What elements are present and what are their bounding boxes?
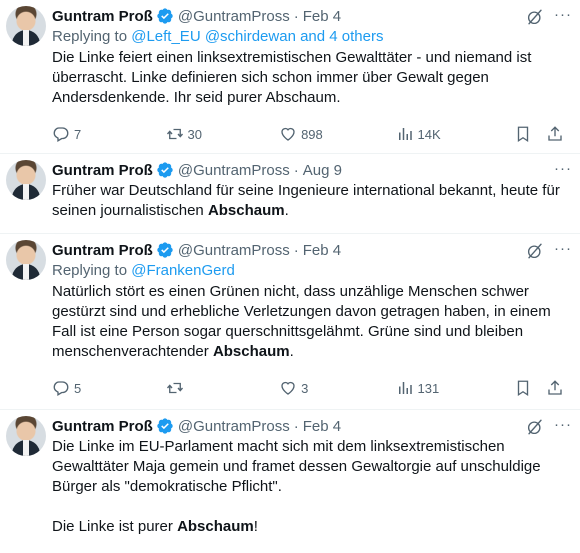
reply-targets-link[interactable]: @Left_EU @schirdewan and 4 others bbox=[131, 28, 383, 45]
verified-badge-icon bbox=[157, 242, 173, 258]
tweet[interactable]: Guntram Proß @GuntramPross · Feb 4 ··· R… bbox=[0, 0, 580, 154]
tweet[interactable]: Guntram Proß @GuntramPross · Aug 9 ··· F… bbox=[0, 154, 580, 234]
avatar[interactable] bbox=[6, 6, 46, 46]
tweet-text-part: Natürlich stört es einen Grünen nicht, d… bbox=[52, 283, 551, 360]
avatar[interactable] bbox=[6, 240, 46, 280]
tweet-text-part: . bbox=[284, 202, 289, 219]
like-button[interactable]: 898 bbox=[279, 125, 395, 143]
views-button[interactable]: 131 bbox=[396, 379, 514, 397]
repost-icon bbox=[166, 382, 183, 394]
tweet-text-part: Früher war Deutschland für seine Ingenie… bbox=[52, 182, 560, 219]
heart-icon bbox=[281, 381, 295, 395]
more-options-icon[interactable]: ··· bbox=[554, 240, 572, 257]
reply-count: 7 bbox=[74, 126, 82, 142]
tweet-text: Die Linke feiert einen linksextremistisc… bbox=[52, 49, 532, 106]
separator-dot: · bbox=[293, 241, 299, 259]
reply-button[interactable]: 5 bbox=[52, 379, 166, 397]
repost-count: 30 bbox=[187, 126, 202, 142]
replying-to-label: Replying to bbox=[52, 262, 128, 279]
author-name[interactable]: Guntram Proß bbox=[52, 242, 153, 259]
tweet-text-bold: Abschaum bbox=[207, 202, 285, 219]
tweet-feed: Guntram Proß @GuntramPross · Feb 4 ··· R… bbox=[0, 0, 580, 553]
separator-dot: · bbox=[293, 417, 299, 435]
author-name[interactable]: Guntram Proß bbox=[52, 418, 153, 435]
verified-badge-icon bbox=[157, 162, 173, 178]
tweet-text-part: ! bbox=[253, 518, 258, 535]
replying-to: Replying to @FrankenGerd bbox=[52, 261, 564, 281]
tweet-text-second-paragraph: Die Linke ist purer Abschaum! bbox=[52, 517, 564, 537]
tweet-secondary-actions bbox=[514, 125, 564, 143]
repost-icon bbox=[166, 128, 183, 140]
verified-badge-icon bbox=[157, 418, 173, 434]
separator-dot: · bbox=[293, 7, 299, 25]
grok-icon[interactable] bbox=[526, 8, 544, 26]
author-handle[interactable]: @GuntramPross bbox=[178, 418, 290, 435]
view-count: 14K bbox=[417, 126, 441, 142]
verified-badge-icon bbox=[157, 8, 173, 24]
tweet-actions: 7 30 898 14K bbox=[52, 114, 564, 154]
view-count: 131 bbox=[417, 380, 440, 396]
tweet-text: Natürlich stört es einen Grünen nicht, d… bbox=[52, 282, 564, 362]
tweet-header: Guntram Proß @GuntramPross · Feb 4 bbox=[52, 240, 564, 260]
repost-button[interactable]: 30 bbox=[166, 125, 280, 143]
tweet-text: Früher war Deutschland für seine Ingenie… bbox=[52, 181, 564, 221]
reply-icon bbox=[53, 127, 69, 142]
heart-icon bbox=[281, 127, 295, 141]
replying-to: Replying to @Left_EU @schirdewan and 4 o… bbox=[52, 27, 564, 47]
author-handle[interactable]: @GuntramPross bbox=[178, 242, 290, 259]
tweet-date[interactable]: Aug 9 bbox=[303, 162, 342, 179]
bookmark-icon[interactable] bbox=[514, 125, 532, 143]
grok-icon[interactable] bbox=[526, 418, 544, 436]
reply-icon bbox=[53, 381, 69, 396]
like-count: 898 bbox=[301, 126, 323, 142]
tweet-actions: 5 3 131 bbox=[52, 368, 564, 408]
avatar[interactable] bbox=[6, 160, 46, 200]
grok-icon[interactable] bbox=[526, 242, 544, 260]
author-name[interactable]: Guntram Proß bbox=[52, 8, 153, 25]
more-options-icon[interactable]: ··· bbox=[554, 416, 572, 433]
tweet-text-part: Die Linke ist purer bbox=[52, 518, 178, 535]
tweet-header: Guntram Proß @GuntramPross · Feb 4 bbox=[52, 416, 564, 436]
tweet-text-bold: Abschaum bbox=[177, 518, 254, 535]
like-count: 3 bbox=[301, 380, 309, 396]
bookmark-icon[interactable] bbox=[514, 379, 532, 397]
author-name[interactable]: Guntram Proß bbox=[52, 162, 153, 179]
like-button[interactable]: 3 bbox=[279, 379, 395, 397]
repost-button[interactable] bbox=[166, 379, 280, 397]
tweet-header: Guntram Proß @GuntramPross · Aug 9 bbox=[52, 160, 564, 180]
tweet-date[interactable]: Feb 4 bbox=[303, 242, 341, 259]
reply-button[interactable]: 7 bbox=[52, 125, 166, 143]
author-handle[interactable]: @GuntramPross bbox=[178, 8, 290, 25]
views-icon bbox=[398, 128, 412, 140]
more-options-icon[interactable]: ··· bbox=[554, 6, 572, 23]
tweet[interactable]: Guntram Proß @GuntramPross · Feb 4 ··· D… bbox=[0, 410, 580, 553]
views-icon bbox=[398, 382, 412, 394]
tweet-text-bold: Abschaum bbox=[212, 343, 290, 360]
separator-dot: · bbox=[293, 161, 299, 179]
tweet-header: Guntram Proß @GuntramPross · Feb 4 bbox=[52, 6, 564, 26]
avatar[interactable] bbox=[6, 416, 46, 456]
views-button[interactable]: 14K bbox=[396, 125, 514, 143]
replying-to-label: Replying to bbox=[52, 28, 128, 45]
tweet-secondary-actions bbox=[514, 379, 564, 397]
more-options-icon[interactable]: ··· bbox=[554, 160, 572, 177]
tweet-text: Die Linke im EU-Parlament macht sich mit… bbox=[52, 438, 541, 495]
tweet-date[interactable]: Feb 4 bbox=[303, 418, 341, 435]
reply-targets-link[interactable]: @FrankenGerd bbox=[131, 262, 235, 279]
author-handle[interactable]: @GuntramPross bbox=[178, 162, 290, 179]
tweet[interactable]: Guntram Proß @GuntramPross · Feb 4 ··· R… bbox=[0, 234, 580, 410]
reply-count: 5 bbox=[74, 380, 82, 396]
tweet-date[interactable]: Feb 4 bbox=[303, 8, 341, 25]
share-icon[interactable] bbox=[546, 379, 564, 397]
share-icon[interactable] bbox=[546, 125, 564, 143]
tweet-text-part: . bbox=[289, 343, 294, 360]
